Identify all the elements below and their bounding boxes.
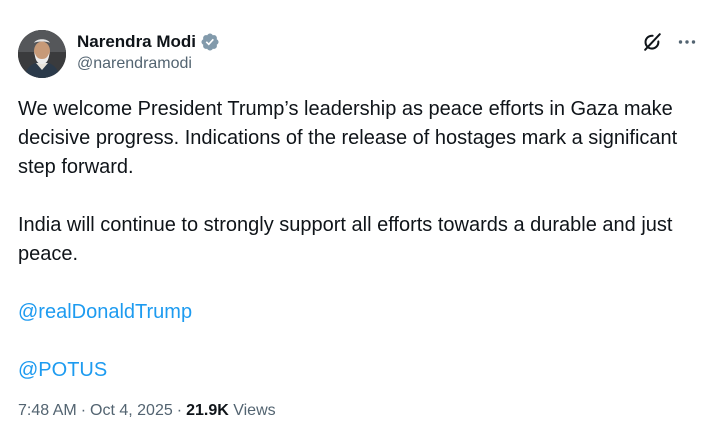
tweet-paragraph: India will continue to strongly support … xyxy=(18,214,673,265)
tweet-paragraph: We welcome President Trump’s leadership … xyxy=(18,98,678,178)
avatar[interactable] xyxy=(18,30,66,78)
mention-line: @realDonaldTrump xyxy=(18,298,703,327)
header-actions xyxy=(641,30,697,54)
views-count: 21.9K xyxy=(186,402,229,419)
grok-icon[interactable] xyxy=(641,31,663,53)
meta-separator: · xyxy=(80,402,87,419)
views-label: Views xyxy=(233,402,276,419)
meta-separator: · xyxy=(176,402,183,419)
mention-link-potus[interactable]: @POTUS xyxy=(18,356,107,385)
tweet-body: We welcome President Trump’s leadership … xyxy=(18,95,703,385)
post-date[interactable]: Oct 4, 2025 xyxy=(90,402,173,419)
author-display-name[interactable]: Narendra Modi xyxy=(77,32,196,52)
tweet-meta: 7:48 AM · Oct 4, 2025 · 21.9K Views xyxy=(18,402,276,420)
mention-link-realdonaldtrump[interactable]: @realDonaldTrump xyxy=(18,298,192,327)
post-time[interactable]: 7:48 AM xyxy=(18,402,77,419)
tweet-card: Narendra Modi @narendramodi We welcome P… xyxy=(0,0,715,442)
author-handle[interactable]: @narendramodi xyxy=(77,55,220,73)
mention-line: @POTUS xyxy=(18,356,703,385)
avatar-image xyxy=(18,30,66,78)
tweet-header: Narendra Modi @narendramodi xyxy=(18,30,697,80)
verified-badge-icon[interactable] xyxy=(200,32,220,52)
more-options-icon[interactable] xyxy=(677,32,697,52)
author-names: Narendra Modi @narendramodi xyxy=(77,31,220,73)
author-name-row: Narendra Modi xyxy=(77,31,220,53)
